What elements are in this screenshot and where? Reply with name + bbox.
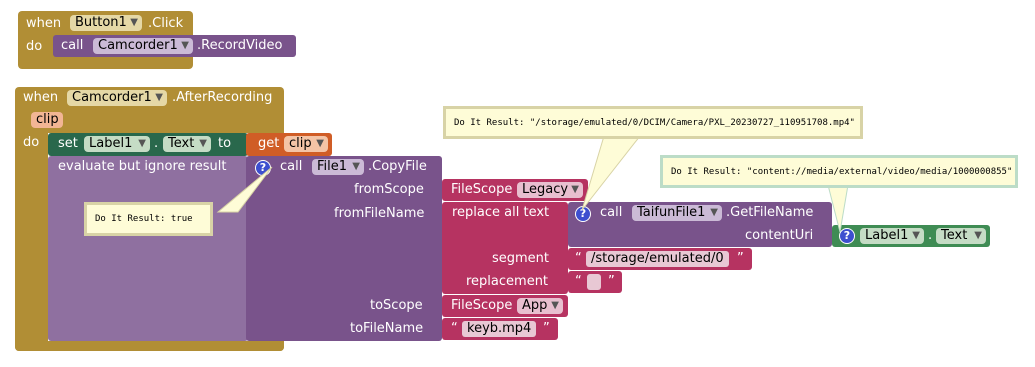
copyfile-call-block[interactable]: ? call File1 ▼ .CopyFile fromScope fromFi… [246,156,442,341]
call-label: call [600,205,623,220]
label1-getter-component-dropdown[interactable]: Label1 ▼ [860,228,924,244]
quote-close-icon: ” [737,251,744,266]
event-block-footer [15,341,284,351]
camcorder1-text: Camcorder1 [72,90,152,105]
when-label: when [23,90,59,105]
replacement-socket-label: replacement [466,274,549,289]
dropdown-arrow-icon: ▼ [352,161,360,172]
camcorder1-component-dropdown[interactable]: Camcorder1 ▼ [93,38,193,54]
clip-var-text: clip [289,136,312,151]
label1-text-getter-block[interactable]: ? Label1 ▼ . Text ▼ [832,225,990,247]
legacy-scope-dropdown[interactable]: Legacy ▼ [517,182,583,198]
clip-parameter[interactable]: clip [31,112,63,128]
button1-component-dropdown[interactable]: Button1 ▼ [70,15,142,31]
to-label: to [218,136,232,151]
dropdown-arrow-icon: ▼ [974,230,982,241]
do-label: do [26,39,43,54]
get-clip-block[interactable]: get clip ▼ [246,133,332,156]
result-path-text: Do It Result: "/storage/emulated/0/DCIM/… [454,118,855,128]
set-label: set [58,136,78,151]
segment-socket-label: segment [492,251,550,266]
clip-text: clip [36,112,59,127]
label1-getter-property-dropdown[interactable]: Text ▼ [936,228,986,244]
filescope-label: FileScope [451,182,513,197]
dropdown-arrow-icon: ▼ [912,230,920,241]
bubble-path-pointer [581,135,642,211]
segment-text-block[interactable]: “ /storage/emulated/0 ” [568,248,752,270]
quote-open-icon: “ [575,251,582,266]
clip-variable-dropdown[interactable]: clip ▼ [284,136,328,152]
dropdown-arrow-icon: ▼ [155,92,163,103]
camcorder1-text: Camcorder1 [98,38,178,53]
result-true-text: Do It Result: true [95,214,193,224]
dot-label: . [928,228,933,243]
set-label1-text-block[interactable]: set Label1 ▼ . Text ▼ to [48,133,248,156]
quote-open-icon: “ [575,274,582,289]
getfilename-call-block[interactable]: ? call TaifunFile1 ▼ .GetFileName content… [568,202,832,247]
tofilename-string-value[interactable]: keyb.mp4 [462,321,537,337]
dropdown-arrow-icon: ▼ [710,207,718,218]
button1-text: Button1 [75,15,127,30]
file1-text: File1 [317,159,348,174]
dot-label: . [154,136,159,151]
after-recording-event-label: .AfterRecording [172,90,273,105]
get-label: get [258,136,280,151]
legacy-text: Legacy [522,182,569,197]
dropdown-arrow-icon: ▼ [551,300,559,311]
quote-open-icon: “ [451,321,458,336]
evaluate-ignore-block[interactable]: evaluate but ignore result [48,156,248,341]
camcorder1-event-dropdown[interactable]: Camcorder1 ▼ [67,90,167,106]
tofilename-text-block[interactable]: “ keyb.mp4 ” [442,318,558,340]
do-it-result-true-bubble: Do It Result: true [84,202,213,236]
text-property-text: Text [941,228,968,243]
tofilename-socket-label: toFileName [350,321,424,336]
fromscope-socket-label: fromScope [354,182,424,197]
set-text-property-dropdown[interactable]: Text ▼ [163,136,211,152]
replace-all-text-block[interactable]: replace all text segment replacement [442,202,568,294]
copyfile-method-label: .CopyFile [368,159,427,174]
do-it-result-uri-bubble: Do It Result: "content://media/external/… [660,155,1018,188]
taifunfile1-text: TaifunFile1 [637,205,706,220]
filescope-label: FileScope [451,298,513,313]
quote-close-icon: ” [543,321,550,336]
record-video-method-label: .RecordVideo [197,38,283,53]
when-label: when [26,16,62,31]
contenturi-socket-label: contentUri [745,228,814,243]
replacement-text-block[interactable]: “ ” [568,271,622,293]
dropdown-arrow-icon: ▼ [316,138,324,149]
file1-component-dropdown[interactable]: File1 ▼ [312,159,364,175]
dropdown-arrow-icon: ▼ [130,17,138,28]
getfilename-method-label: .GetFileName [726,205,814,220]
help-question-icon[interactable]: ? [255,160,271,176]
set-label1-component-dropdown[interactable]: Label1 ▼ [84,136,150,152]
dropdown-arrow-icon: ▼ [181,40,189,51]
filescope-app-block[interactable]: FileScope App ▼ [442,295,568,317]
do-label: do [23,135,40,150]
app-text: App [522,298,548,313]
dropdown-arrow-icon: ▼ [571,184,579,195]
label1-text: Label1 [865,228,909,243]
toscope-socket-label: toScope [370,298,423,313]
filescope-legacy-block[interactable]: FileScope Legacy ▼ [442,179,588,201]
dropdown-arrow-icon: ▼ [138,138,146,149]
call-label: call [61,38,84,53]
taifunfile1-component-dropdown[interactable]: TaifunFile1 ▼ [632,205,722,221]
replace-all-label: replace all text [452,205,550,220]
do-it-result-path-bubble: Do It Result: "/storage/emulated/0/DCIM/… [443,106,863,139]
record-video-call-block[interactable]: call Camcorder1 ▼ .RecordVideo [53,35,296,57]
app-scope-dropdown[interactable]: App ▼ [517,298,563,314]
quote-close-icon: ” [608,274,615,289]
result-uri-text: Do It Result: "content://media/external/… [671,167,1013,177]
fromfilename-socket-label: fromFileName [334,206,425,221]
dropdown-arrow-icon: ▼ [199,138,207,149]
segment-string-value[interactable]: /storage/emulated/0 [586,251,729,267]
text-property-text: Text [168,136,195,151]
label1-text: Label1 [89,136,133,151]
help-question-icon[interactable]: ? [839,228,855,244]
evaluate-label: evaluate but ignore result [58,159,227,174]
help-question-icon[interactable]: ? [575,206,591,222]
call-label: call [280,159,303,174]
click-event-label: .Click [148,16,184,31]
replacement-string-value[interactable] [587,274,601,290]
